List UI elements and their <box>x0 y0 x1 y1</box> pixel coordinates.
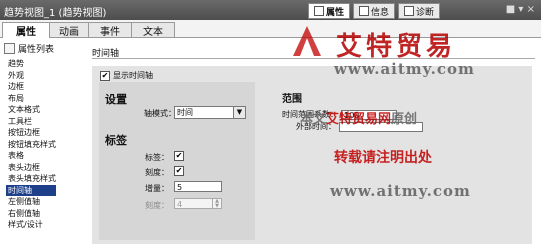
properties-icon <box>314 6 324 16</box>
watermark-url: www.aitmy.com <box>334 60 475 78</box>
top-tab-label: 信息 <box>371 7 390 18</box>
property-list: 趋势 外观 边框 布局 文本格式 工具栏 按钮边框 按钮填充样式 表格 表头边框… <box>6 58 56 231</box>
title-bar: 趋势视图_1 (趋势视图) 属性 信息 诊断 ■ ▾ × <box>0 0 541 20</box>
top-tab-diagnostics[interactable]: 诊断 <box>398 3 441 19</box>
show-timeline-label: 显示时间轴 <box>113 71 153 80</box>
label-checkbox-label: 标签： <box>145 153 169 162</box>
top-tab-strip: 属性 信息 诊断 <box>308 3 441 19</box>
watermark-reprint-notice: 转载请注明出处 <box>334 150 432 166</box>
property-list-header: 属性列表 <box>4 42 54 55</box>
watermark-notice: 本文艾特贸易网原创 <box>300 108 417 127</box>
sidebar-item-trend[interactable]: 趋势 <box>8 58 56 70</box>
list-icon <box>4 43 15 54</box>
time-axis-panel: ✔ 显示时间轴 设置 轴模式： 时间 ▼ 标签 标签： ✔ 刻度： ✔ 增量： … <box>92 66 532 244</box>
window-title: 趋势视图_1 (趋势视图) <box>4 8 107 19</box>
sidebar-item-header-border[interactable]: 表头边框 <box>8 162 56 174</box>
watermark-brand: 艾特贸易 <box>336 32 457 62</box>
diagnostics-icon <box>404 6 415 16</box>
sidebar-item-table[interactable]: 表格 <box>8 150 56 162</box>
range-heading: 范围 <box>282 94 302 105</box>
tick-label: 刻度： <box>145 201 169 210</box>
scale-checkbox[interactable]: ✔ <box>174 166 184 176</box>
show-timeline-row: ✔ 显示时间轴 <box>100 70 153 81</box>
axis-mode-select[interactable]: 时间 ▼ <box>174 106 246 119</box>
tick-input[interactable]: 4 ▲ ▼ <box>174 198 222 209</box>
info-icon <box>359 6 370 16</box>
title-divider <box>92 58 535 59</box>
top-tab-properties[interactable]: 属性 <box>308 3 351 19</box>
top-tab-label: 属性 <box>326 7 345 18</box>
tab-animation[interactable]: 动画 <box>49 22 89 38</box>
property-list-sidebar: 属性列表 趋势 外观 边框 布局 文本格式 工具栏 按钮边框 按钮填充样式 表格… <box>0 38 89 247</box>
axis-mode-label: 轴模式： <box>144 109 176 118</box>
sidebar-item-style-design[interactable]: 样式/设计 <box>8 219 56 231</box>
tab-label: 动画 <box>59 26 79 38</box>
sidebar-item-toolbar[interactable]: 工具栏 <box>8 116 56 128</box>
chevron-down-icon[interactable]: ▼ <box>233 107 245 118</box>
watermark-notice-post: 原创 <box>391 112 418 127</box>
tick-value: 4 <box>177 200 183 209</box>
label-checkbox[interactable]: ✔ <box>174 151 184 161</box>
spin-arrows-icon[interactable]: ▲ ▼ <box>212 199 221 209</box>
sidebar-item-right-value-axis[interactable]: 右侧值轴 <box>8 208 56 220</box>
axis-mode-value: 时间 <box>177 108 193 117</box>
increment-value: 5 <box>177 183 183 192</box>
sidebar-item-layout[interactable]: 布局 <box>8 93 56 105</box>
sidebar-item-border[interactable]: 边框 <box>8 81 56 93</box>
sidebar-item-button-border[interactable]: 按钮边框 <box>8 127 56 139</box>
watermark-notice-pre: 本文 <box>300 112 327 127</box>
sidebar-item-button-fill-style[interactable]: 按钮填充样式 <box>8 139 56 151</box>
property-list-title: 属性列表 <box>18 45 55 55</box>
sidebar-item-left-value-axis[interactable]: 左侧值轴 <box>8 196 56 208</box>
scale-checkbox-label: 刻度： <box>145 168 169 177</box>
top-tab-label: 诊断 <box>416 7 435 18</box>
labels-heading: 标签 <box>105 134 127 147</box>
sidebar-item-text-format[interactable]: 文本格式 <box>8 104 56 116</box>
tab-properties[interactable]: 属性 <box>2 22 50 38</box>
tab-row: 属性 动画 事件 文本 <box>0 20 541 38</box>
increment-label: 增量： <box>145 184 169 193</box>
settings-heading: 设置 <box>105 93 127 106</box>
watermark-notice-brand: 艾特贸易网 <box>326 112 392 127</box>
sidebar-item-time-axis[interactable]: 时间轴 <box>6 184 56 196</box>
top-tab-info[interactable]: 信息 <box>353 3 396 19</box>
increment-input[interactable]: 5 <box>174 181 222 192</box>
tab-label: 属性 <box>16 27 36 38</box>
sidebar-item-appearance[interactable]: 外观 <box>8 70 56 82</box>
tab-label: 事件 <box>100 26 120 38</box>
sidebar-item-header-fill-style[interactable]: 表头填充样式 <box>8 173 56 185</box>
watermark-logo <box>293 26 321 56</box>
tab-text[interactable]: 文本 <box>131 22 175 38</box>
settings-group: 设置 轴模式： 时间 ▼ 标签 标签： ✔ 刻度： ✔ 增量： 5 刻度： 4 … <box>99 82 255 240</box>
window-controls[interactable]: ■ ▾ × <box>506 4 535 15</box>
tab-events[interactable]: 事件 <box>88 22 132 38</box>
show-timeline-checkbox[interactable]: ✔ <box>100 70 110 81</box>
watermark-url-2: www.aitmy.com <box>330 182 471 200</box>
tab-label: 文本 <box>143 26 163 38</box>
